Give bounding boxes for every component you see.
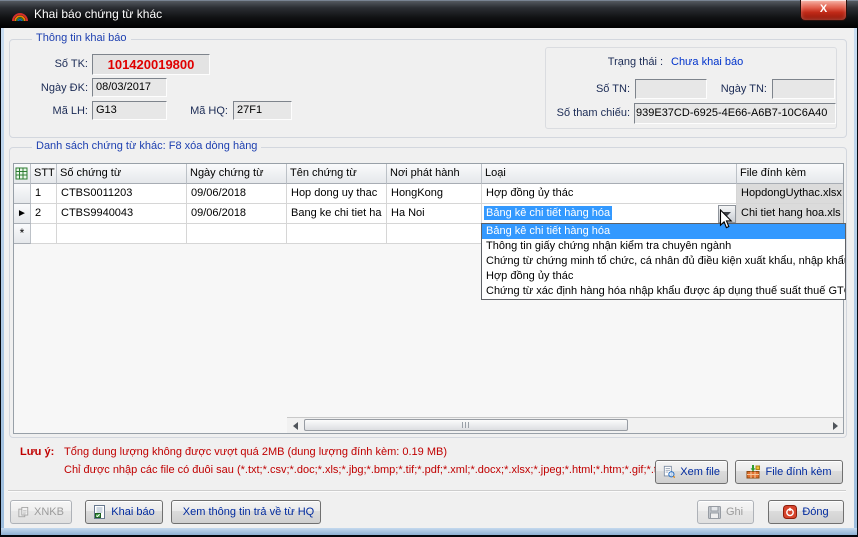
xnkb-icon: [18, 506, 29, 519]
trang-thai-value: Chưa khai báo: [671, 56, 743, 68]
new-row-header[interactable]: *: [14, 224, 31, 244]
window-bottom-frame: [1, 528, 857, 535]
dropdown-item-2[interactable]: Thông tin giấy chứng nhận kiểm tra chuyê…: [482, 239, 845, 254]
window-right-frame: [854, 28, 857, 530]
row2-ngay-chung-tu[interactable]: 09/06/2018: [187, 204, 287, 224]
so-tn-field[interactable]: [635, 79, 707, 99]
row2-file[interactable]: Chi tiet hang hoa.xls: [737, 204, 843, 224]
title-bar: Khai báo chứng từ khác X: [0, 0, 858, 28]
header-ngay-chung-tu[interactable]: Ngày chứng từ: [187, 164, 287, 184]
ngay-dk-label: Ngày ĐK:: [28, 82, 88, 94]
xem-file-button[interactable]: Xem file: [655, 460, 728, 484]
dialog-window: Khai báo chứng từ khác X Thông tin khai …: [0, 0, 858, 537]
new-row-so-chung-tu[interactable]: [57, 224, 187, 244]
so-tk-label: Số TK:: [28, 58, 88, 70]
view-file-icon: [663, 465, 675, 479]
scroll-left-icon: [293, 422, 298, 430]
ghi-button[interactable]: Ghi: [697, 500, 754, 524]
so-tn-label: Số TN:: [580, 83, 630, 95]
row1-ten-chung-tu[interactable]: Hop dong uy thac: [287, 184, 387, 204]
note-line1: Tổng dung lượng không được vượt quá 2MB …: [64, 446, 447, 458]
scrollbar-thumb[interactable]: [304, 419, 628, 431]
xnkb-label: XNKB: [34, 506, 64, 518]
close-power-icon: [783, 505, 797, 519]
khai-bao-button[interactable]: Khai báo: [85, 500, 163, 524]
xem-thong-tin-hq-label: Xem thông tin trả về từ HQ: [183, 506, 314, 518]
file-dinh-kem-label: File đính kèm: [765, 466, 831, 478]
select-all-corner[interactable]: [14, 164, 31, 184]
save-floppy-icon: [708, 506, 721, 519]
dropdown-item-5[interactable]: Chứng từ xác định hàng hóa nhập khẩu đượ…: [482, 284, 845, 299]
ma-lh-field[interactable]: G13: [92, 101, 167, 120]
new-row-stt[interactable]: [31, 224, 57, 244]
ngay-tn-label: Ngày TN:: [712, 83, 767, 95]
app-rainbow-icon: [11, 8, 29, 27]
loai-dropdown-list: Bảng kê chi tiết hàng hóa Thông tin giấy…: [481, 223, 846, 300]
declare-icon: [93, 505, 106, 519]
info-group-title: Thông tin khai báo: [32, 32, 131, 44]
row2-loai-selected-text: Bảng kê chi tiết hàng hóa: [484, 206, 612, 220]
row1-so-chung-tu[interactable]: CTBS0011203: [57, 184, 187, 204]
so-tham-chieu-label: Số tham chiếu:: [548, 107, 630, 119]
ma-hq-label: Mã HQ:: [180, 105, 228, 117]
row1-ngay-chung-tu[interactable]: 09/06/2018: [187, 184, 287, 204]
note-line2: Chỉ được nhập các file có đuôi sau (*.tx…: [64, 464, 669, 476]
row2-ten-chung-tu[interactable]: Bang ke chi tiet ha: [287, 204, 387, 224]
header-loai[interactable]: Loại: [482, 164, 737, 184]
row2-so-chung-tu[interactable]: CTBS9940043: [57, 204, 187, 224]
new-row-ten-chung-tu[interactable]: [287, 224, 387, 244]
ngay-dk-field[interactable]: 08/03/2017: [92, 78, 167, 97]
dropdown-item-4[interactable]: Hợp đồng ủy thác: [482, 269, 845, 284]
xem-file-label: Xem file: [680, 466, 720, 478]
new-row-ngay-chung-tu[interactable]: [187, 224, 287, 244]
so-tham-chieu-field[interactable]: 939E37CD-6925-4E66-A6B7-10C6A40: [634, 103, 836, 124]
row2-stt[interactable]: 2: [31, 204, 57, 224]
ma-hq-field[interactable]: 27F1: [233, 101, 292, 120]
dropdown-item-1[interactable]: Bảng kê chi tiết hàng hóa: [482, 224, 845, 239]
row1-loai[interactable]: Hợp đồng ủy thác: [482, 184, 737, 204]
close-button[interactable]: X: [800, 0, 847, 21]
mouse-cursor-icon: [719, 209, 733, 235]
dong-label: Đóng: [802, 506, 828, 518]
grid-group-title: Danh sách chứng từ khác: F8 xóa dòng hàn…: [32, 140, 261, 152]
trang-thai-label: Trạng thái :: [560, 56, 663, 68]
dropdown-item-3[interactable]: Chứng từ chứng minh tổ chức, cá nhân đủ …: [482, 254, 845, 269]
row2-noi-phat-hanh[interactable]: Ha Noi: [387, 204, 482, 224]
header-ten-chung-tu[interactable]: Tên chứng từ: [287, 164, 387, 184]
dong-button[interactable]: Đóng: [768, 500, 844, 524]
ma-lh-label: Mã LH:: [28, 105, 88, 117]
scroll-right-icon: [833, 422, 838, 430]
ngay-tn-field[interactable]: [772, 79, 835, 99]
scroll-left-button[interactable]: [287, 418, 303, 433]
excel-icon: [15, 167, 28, 180]
so-tk-field[interactable]: 101420019800: [92, 54, 210, 75]
note-label: Lưu ý:: [20, 446, 54, 458]
attach-file-icon: [746, 465, 760, 479]
xem-thong-tin-hq-button[interactable]: Xem thông tin trả về từ HQ: [171, 500, 321, 524]
new-row-noi-phat-hanh[interactable]: [387, 224, 482, 244]
ghi-label: Ghi: [726, 506, 743, 518]
row1-file[interactable]: HopdongUythac.xlsx: [737, 184, 843, 204]
header-stt[interactable]: STT: [31, 164, 57, 184]
row1-noi-phat-hanh[interactable]: HongKong: [387, 184, 482, 204]
window-title: Khai báo chứng từ khác: [34, 7, 162, 21]
header-file-dinh-kem[interactable]: File đính kèm: [737, 164, 843, 184]
scroll-right-button[interactable]: [827, 418, 843, 433]
separator-line: [8, 490, 846, 492]
current-row-icon: ►: [14, 204, 30, 223]
row1-header[interactable]: [14, 184, 31, 204]
header-so-chung-tu[interactable]: Số chứng từ: [57, 164, 187, 184]
file-dinh-kem-button[interactable]: File đính kèm: [735, 460, 843, 484]
row2-header-current[interactable]: ►: [14, 204, 31, 224]
row2-loai-combobox[interactable]: Bảng kê chi tiết hàng hóa: [482, 204, 737, 224]
khai-bao-label: Khai báo: [111, 506, 154, 518]
row1-stt[interactable]: 1: [31, 184, 57, 204]
scrollbar-grip-icon: [462, 422, 471, 428]
xnkb-button[interactable]: XNKB: [10, 500, 72, 524]
header-noi-phat-hanh[interactable]: Nơi phát hành: [387, 164, 482, 184]
new-row-icon: *: [14, 224, 30, 243]
